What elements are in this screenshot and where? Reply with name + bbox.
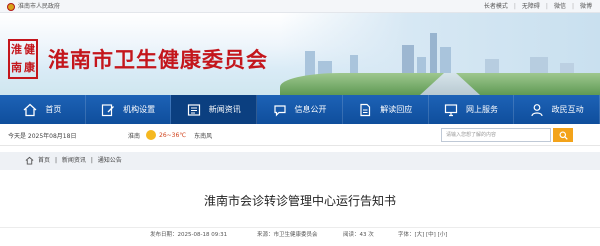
publish-date: 发布日期：2025-08-18 09:31 — [150, 232, 228, 238]
article-title: 淮南市会诊转诊管理中心运行告知书 — [203, 194, 396, 208]
weibo-link[interactable]: 微博 — [580, 0, 592, 13]
nav-item-disclosure[interactable]: 信息公开 — [257, 95, 343, 124]
seal-char: 淮 — [11, 43, 22, 56]
nav-item-organization[interactable]: 机构设置 — [86, 95, 172, 124]
breadcrumb-news[interactable]: 新闻资讯 — [62, 157, 86, 164]
breadcrumb-notices[interactable]: 通知公告 — [98, 157, 122, 164]
seal-char: 南 — [11, 61, 22, 74]
edit-icon — [101, 103, 115, 116]
article-meta: 发布日期：2025-08-18 09:31 来源：市卫生健康委员会 阅读：43 … — [0, 227, 600, 239]
site-banner: 淮 健 南 康 淮南市卫生健康委员会 — [0, 13, 600, 95]
seal-char: 健 — [24, 43, 35, 56]
gov-link[interactable]: 淮南市人民政府 — [7, 0, 60, 13]
breadcrumb-sep: | — [90, 157, 93, 164]
home-icon — [23, 103, 37, 116]
nav-item-home[interactable]: 首页 — [0, 95, 86, 124]
nav-label: 网上服务 — [465, 105, 498, 114]
wechat-link[interactable]: 微信 — [554, 0, 566, 13]
accessibility-link[interactable]: 无障碍 — [522, 0, 540, 13]
weather-city: 淮南 — [128, 132, 141, 140]
document-icon — [360, 103, 371, 116]
main-nav: 首页 机构设置 新闻资讯 信息公开 解读回应 网上服务 政民互动 — [0, 95, 600, 124]
nav-label: 机构设置 — [123, 105, 156, 114]
elder-mode-link[interactable]: 长者模式 — [484, 0, 508, 13]
divider: | — [545, 3, 548, 10]
monitor-icon — [444, 103, 458, 116]
nav-label: 信息公开 — [294, 105, 327, 114]
national-emblem-icon — [7, 2, 15, 11]
breadcrumb-sep: | — [54, 157, 57, 164]
nav-label: 新闻资讯 — [208, 105, 241, 114]
weather-widget: 淮南 26~36℃ 东南风 — [128, 130, 212, 140]
news-icon — [187, 103, 200, 116]
nav-item-interpretation[interactable]: 解读回应 — [343, 95, 429, 124]
person-icon — [531, 103, 543, 116]
site-title: 淮南市卫生健康委员会 — [48, 48, 268, 72]
article-source: 来源：市卫生健康委员会 — [257, 232, 318, 238]
home-icon — [25, 156, 34, 165]
top-strip: 淮南市人民政府 长者模式 | 无障碍 | 微信 | 微博 — [0, 0, 600, 13]
speech-bubble-icon — [273, 104, 286, 116]
divider: | — [571, 3, 574, 10]
info-bar: 今天是 2025年08月18日 淮南 26~36℃ 东南风 请输入您想了解的内容 — [0, 124, 600, 146]
nav-item-news[interactable]: 新闻资讯 — [171, 95, 258, 124]
search-input[interactable]: 请输入您想了解的内容 — [441, 128, 551, 142]
breadcrumb-home[interactable]: 首页 — [38, 157, 50, 164]
nav-item-interaction[interactable]: 政民互动 — [514, 95, 600, 124]
breadcrumb-path: 首页 | 新闻资讯 | 通知公告 — [38, 152, 125, 170]
gov-name: 淮南市人民政府 — [18, 3, 61, 10]
search-icon — [558, 130, 568, 140]
nav-label: 解读回应 — [380, 105, 413, 114]
top-links: 长者模式 | 无障碍 | 微信 | 微博 — [478, 0, 592, 13]
current-date: 今天是 2025年08月18日 — [8, 133, 77, 140]
sun-icon — [146, 130, 157, 140]
weather-wind: 东南风 — [194, 132, 213, 140]
nav-label: 首页 — [45, 105, 62, 114]
nav-item-online-service[interactable]: 网上服务 — [429, 95, 515, 124]
divider: | — [513, 3, 516, 10]
nav-label: 政民互动 — [551, 105, 584, 114]
search-button[interactable] — [553, 128, 573, 142]
breadcrumb: 首页 | 新闻资讯 | 通知公告 — [0, 152, 600, 170]
weather-temperature: 26~36℃ — [159, 131, 187, 139]
font-size-switcher[interactable]: 字体：[大] [中] [小] — [398, 230, 447, 238]
view-count: 阅读：43 次 — [343, 232, 374, 238]
seal-char: 康 — [24, 61, 35, 74]
site-logo-seal[interactable]: 淮 健 南 康 — [8, 39, 38, 79]
